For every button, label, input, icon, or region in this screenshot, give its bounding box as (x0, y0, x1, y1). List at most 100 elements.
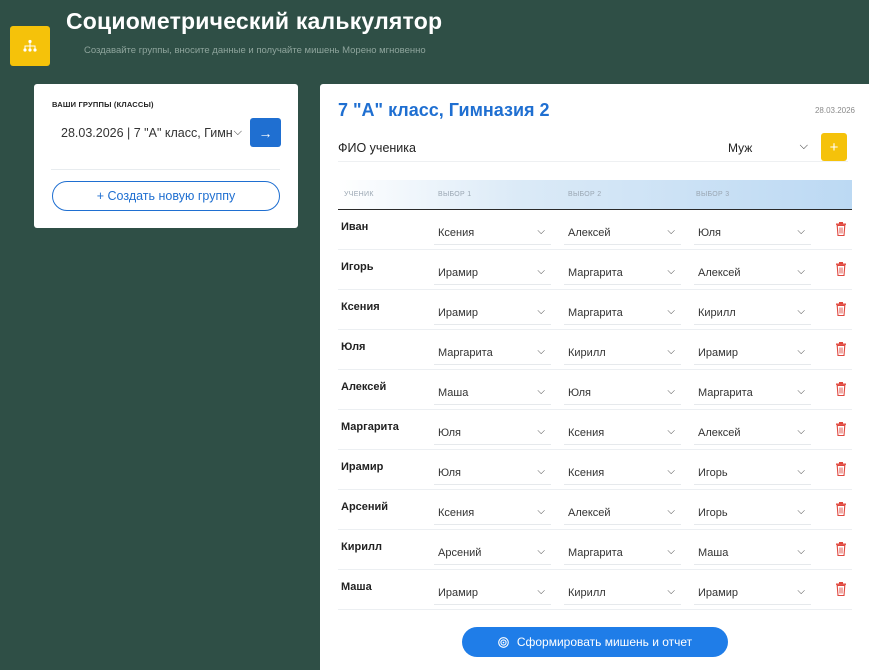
choice-2-select[interactable]: Ксения ⌵ (564, 421, 681, 445)
student-name-input[interactable]: ФИО ученика (338, 136, 658, 160)
choice-2-select[interactable]: Алексей ⌵ (564, 221, 681, 245)
choice-1-select[interactable]: Юля ⌵ (434, 461, 551, 485)
column-header-choice-3: ВЫБОР 3 (696, 191, 730, 198)
chevron-down-icon: ⌵ (537, 466, 545, 477)
table-row: Ксения Ирамир ⌵ Маргарита ⌵ Кирилл ⌵ (338, 290, 852, 330)
choice-value: Юля (698, 226, 721, 239)
choice-3-select[interactable]: Ирамир ⌵ (694, 341, 811, 365)
choice-value: Маргарита (568, 306, 623, 319)
trash-icon[interactable] (835, 221, 847, 237)
choice-3-select[interactable]: Ирамир ⌵ (694, 581, 811, 605)
choice-1-select[interactable]: Арсений ⌵ (434, 541, 551, 565)
table-row: Ирамир Юля ⌵ Ксения ⌵ Игорь ⌵ (338, 450, 852, 490)
choice-value: Маргарита (568, 266, 623, 279)
chevron-down-icon: ⌵ (667, 546, 675, 557)
choice-2-select[interactable]: Маргарита ⌵ (564, 261, 681, 285)
choice-3-select[interactable]: Юля ⌵ (694, 221, 811, 245)
choice-value: Юля (568, 386, 591, 399)
choice-3-select[interactable]: Алексей ⌵ (694, 261, 811, 285)
open-group-button[interactable]: → (250, 118, 281, 147)
divider (338, 161, 848, 162)
choice-1-select[interactable]: Ксения ⌵ (434, 221, 551, 245)
choice-2-select[interactable]: Кирилл ⌵ (564, 581, 681, 605)
chevron-down-icon: ⌵ (667, 306, 675, 317)
choice-value: Ирамир (438, 266, 478, 279)
trash-icon[interactable] (835, 541, 847, 557)
choice-1-select[interactable]: Маша ⌵ (434, 381, 551, 405)
choice-3-select[interactable]: Маша ⌵ (694, 541, 811, 565)
group-select[interactable]: 28.03.2026 | 7 "А" класс, Гимн ⌵ (51, 121, 246, 145)
chevron-down-icon: ⌵ (233, 126, 242, 138)
chevron-down-icon: ⌵ (797, 426, 805, 437)
column-header-choice-2: ВЫБОР 2 (568, 191, 602, 198)
choice-value: Маша (438, 386, 469, 399)
choice-2-select[interactable]: Ксения ⌵ (564, 461, 681, 485)
trash-icon[interactable] (835, 261, 847, 277)
choice-2-select[interactable]: Маргарита ⌵ (564, 301, 681, 325)
chevron-down-icon: ⌵ (797, 226, 805, 237)
choice-value: Игорь (698, 506, 728, 519)
gender-select[interactable]: Муж ⌵ (728, 136, 808, 160)
choice-value: Маргарита (698, 386, 753, 399)
group-select-value: 28.03.2026 | 7 "А" класс, Гимн (61, 126, 233, 140)
choice-value: Кирилл (698, 306, 736, 319)
trash-icon[interactable] (835, 341, 847, 357)
choice-value: Алексей (568, 226, 611, 239)
choice-2-select[interactable]: Юля ⌵ (564, 381, 681, 405)
add-student-button[interactable]: + (821, 133, 847, 161)
choice-3-select[interactable]: Кирилл ⌵ (694, 301, 811, 325)
choice-value: Юля (438, 426, 461, 439)
chevron-down-icon: ⌵ (797, 266, 805, 277)
choice-value: Арсений (438, 546, 482, 559)
choice-3-select[interactable]: Игорь ⌵ (694, 461, 811, 485)
choice-value: Юля (438, 466, 461, 479)
chevron-down-icon: ⌵ (797, 386, 805, 397)
choice-1-select[interactable]: Ксения ⌵ (434, 501, 551, 525)
student-name: Кирилл (341, 541, 382, 553)
student-name: Иван (341, 221, 369, 233)
table-row: Арсений Ксения ⌵ Алексей ⌵ Игорь ⌵ (338, 490, 852, 530)
choice-1-select[interactable]: Маргарита ⌵ (434, 341, 551, 365)
student-name: Юля (341, 341, 366, 353)
table-row: Алексей Маша ⌵ Юля ⌵ Маргарита ⌵ (338, 370, 852, 410)
student-name: Маша (341, 581, 372, 593)
choice-value: Алексей (568, 506, 611, 519)
chevron-down-icon: ⌵ (537, 386, 545, 397)
choice-3-select[interactable]: Игорь ⌵ (694, 501, 811, 525)
trash-icon[interactable] (835, 381, 847, 397)
choice-value: Ирамир (438, 306, 478, 319)
choice-value: Маша (698, 546, 729, 559)
trash-icon[interactable] (835, 301, 847, 317)
table-row: Маргарита Юля ⌵ Ксения ⌵ Алексей ⌵ (338, 410, 852, 450)
class-title: 7 "А" класс, Гимназия 2 (338, 100, 550, 120)
trash-icon[interactable] (835, 461, 847, 477)
trash-icon[interactable] (835, 501, 847, 517)
chevron-down-icon: ⌵ (667, 346, 675, 357)
student-name: Игорь (341, 261, 374, 273)
choice-2-select[interactable]: Маргарита ⌵ (564, 541, 681, 565)
trash-icon[interactable] (835, 421, 847, 437)
app-title: Социометрический калькулятор (66, 8, 443, 34)
table-header: УЧЕНИК ВЫБОР 1 ВЫБОР 2 ВЫБОР 3 (338, 180, 852, 210)
chevron-down-icon: ⌵ (797, 466, 805, 477)
choice-2-select[interactable]: Кирилл ⌵ (564, 341, 681, 365)
table-row: Юля Маргарита ⌵ Кирилл ⌵ Ирамир ⌵ (338, 330, 852, 370)
choice-1-select[interactable]: Юля ⌵ (434, 421, 551, 445)
choice-1-select[interactable]: Ирамир ⌵ (434, 581, 551, 605)
student-name: Алексей (341, 381, 387, 393)
choice-1-select[interactable]: Ирамир ⌵ (434, 261, 551, 285)
logo (10, 26, 50, 66)
groups-label: ВАШИ ГРУППЫ (КЛАССЫ) (52, 100, 154, 109)
choice-3-select[interactable]: Алексей ⌵ (694, 421, 811, 445)
create-group-button[interactable]: + Создать новую группу (52, 181, 280, 211)
choice-2-select[interactable]: Алексей ⌵ (564, 501, 681, 525)
choice-value: Ирамир (698, 586, 738, 599)
choice-3-select[interactable]: Маргарита ⌵ (694, 381, 811, 405)
choice-value: Ирамир (438, 586, 478, 599)
generate-report-button[interactable]: Сформировать мишень и отчет (462, 627, 728, 657)
choice-1-select[interactable]: Ирамир ⌵ (434, 301, 551, 325)
trash-icon[interactable] (835, 581, 847, 597)
chevron-down-icon: ⌵ (667, 226, 675, 237)
choice-value: Кирилл (568, 586, 606, 599)
student-name: Арсений (341, 501, 389, 513)
